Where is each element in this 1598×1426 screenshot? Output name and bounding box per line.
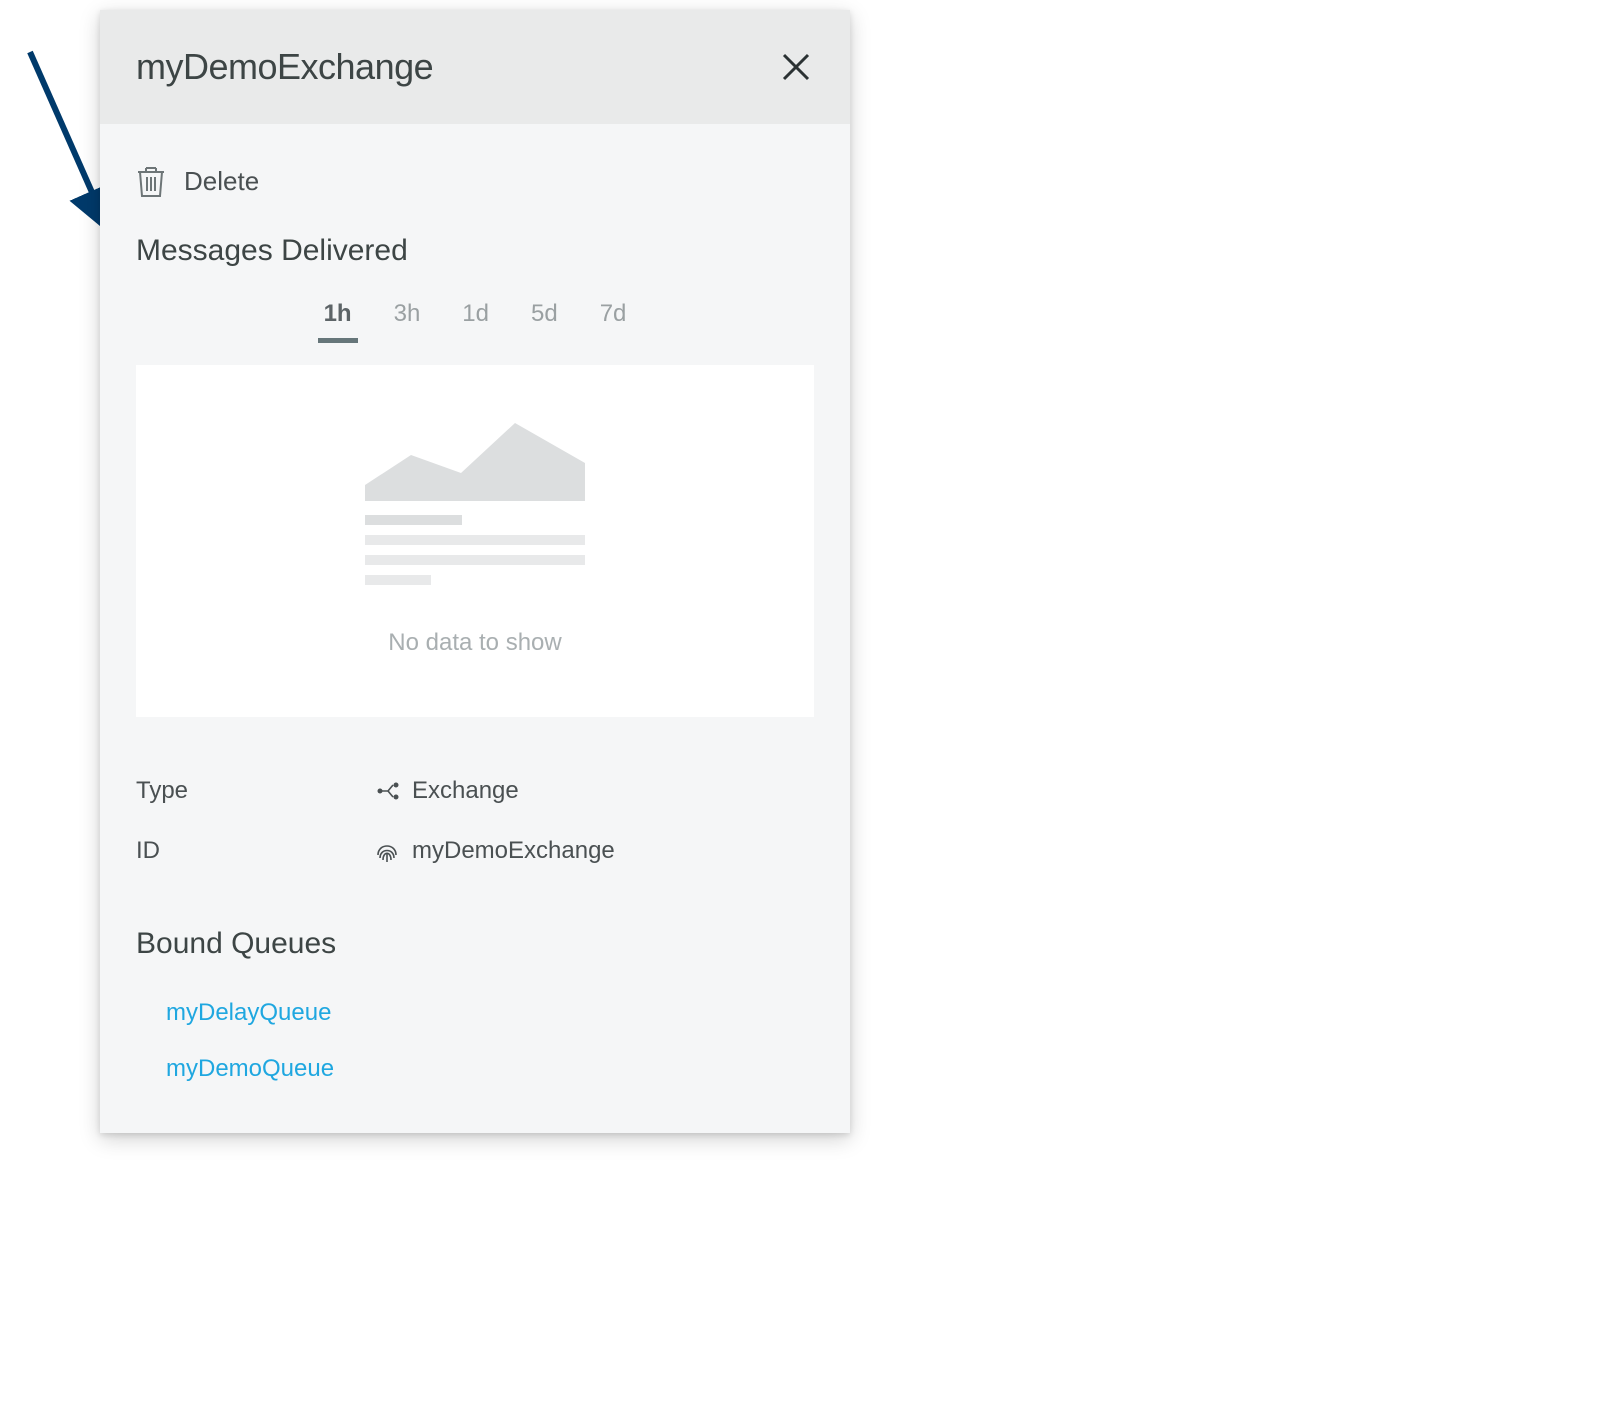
tab-3h[interactable]: 3h — [388, 296, 427, 343]
tab-7d[interactable]: 7d — [594, 296, 633, 343]
details-panel: myDemoExchange Delete Messages Delivered — [100, 10, 850, 1133]
tab-1h[interactable]: 1h — [318, 296, 358, 343]
close-icon — [781, 52, 811, 82]
id-value: myDemoExchange — [412, 837, 615, 865]
chart-placeholder-icon — [365, 415, 585, 501]
fingerprint-icon — [376, 838, 398, 864]
detail-row-type: Type Exchange — [136, 761, 814, 821]
close-button[interactable] — [778, 49, 814, 85]
exchange-icon — [376, 781, 400, 801]
id-label: ID — [136, 837, 376, 865]
tab-5d[interactable]: 5d — [525, 296, 564, 343]
delete-button[interactable]: Delete — [136, 124, 814, 234]
messages-section-title: Messages Delivered — [136, 234, 814, 268]
chart-empty-placeholder — [365, 415, 585, 585]
type-label: Type — [136, 777, 376, 805]
bound-queue-link[interactable]: myDelayQueue — [136, 985, 814, 1041]
chart-empty-text: No data to show — [388, 629, 561, 657]
chart-card: No data to show — [136, 365, 814, 717]
panel-body: Delete Messages Delivered 1h 3h 1d 5d 7d — [100, 124, 850, 1133]
panel-title: myDemoExchange — [136, 46, 433, 88]
panel-header: myDemoExchange — [100, 10, 850, 124]
detail-row-id: ID myDemoExchange — [136, 821, 814, 881]
type-value: Exchange — [412, 777, 519, 805]
bound-queue-link[interactable]: myDemoQueue — [136, 1041, 814, 1097]
bound-queues-title: Bound Queues — [136, 927, 814, 961]
tab-1d[interactable]: 1d — [456, 296, 495, 343]
delete-label: Delete — [184, 166, 259, 197]
trash-icon — [136, 164, 166, 198]
time-range-tabs: 1h 3h 1d 5d 7d — [136, 296, 814, 343]
